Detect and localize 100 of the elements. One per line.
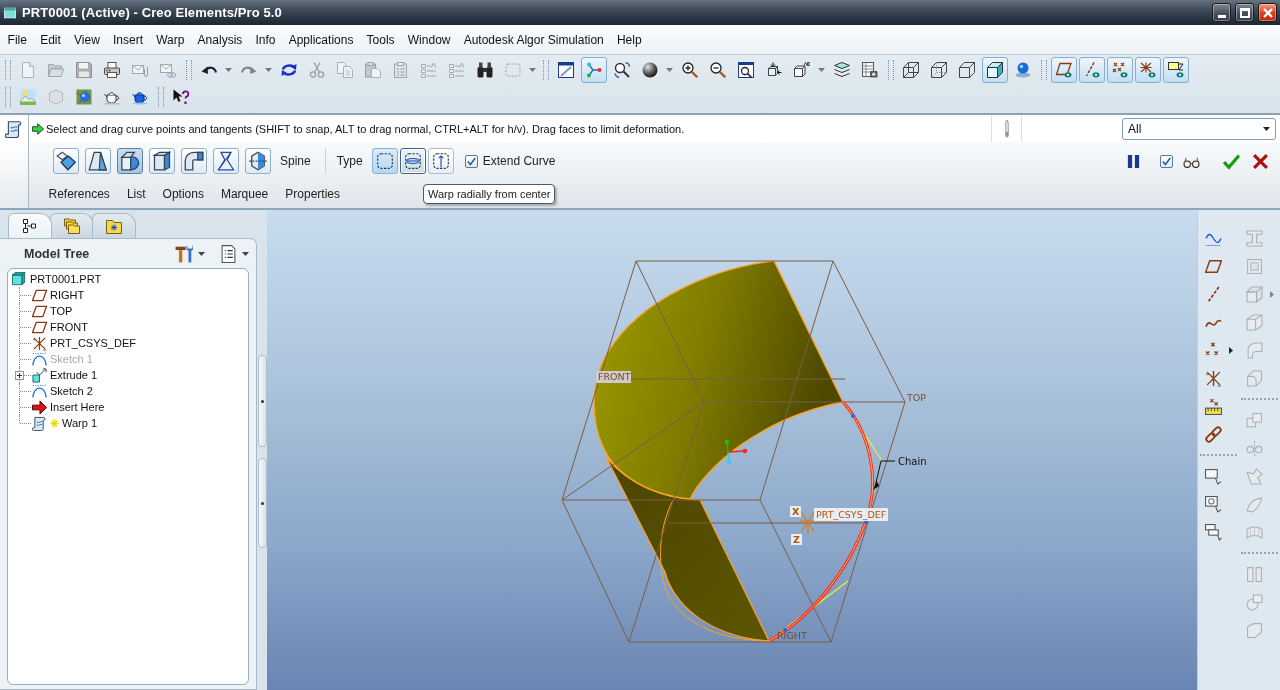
close-icon — [1262, 7, 1273, 18]
tool-button[interactable] — [149, 148, 175, 174]
toolbar-button[interactable] — [982, 56, 1008, 83]
arrow-icon — [32, 122, 44, 135]
csys-label: PRT_CSYS_DEF — [814, 508, 888, 521]
dashboard-tab[interactable]: References — [40, 183, 119, 205]
tree-item[interactable]: Warp 1 — [62, 417, 98, 429]
minimize-icon — [1217, 15, 1226, 18]
axis-letter: X — [790, 506, 801, 517]
tree-item[interactable]: Sketch 2 — [50, 385, 93, 397]
menu-item[interactable]: View — [67, 32, 107, 47]
plane-icon — [32, 319, 47, 335]
type-button[interactable] — [427, 148, 454, 174]
menu-item[interactable]: Autodesk Algor Simulation — [457, 32, 611, 47]
menu-item[interactable]: Tools — [360, 32, 402, 47]
tapered-block-icon — [88, 151, 108, 171]
menu-item[interactable]: Applications — [282, 32, 360, 47]
menu-item[interactable]: Window — [401, 32, 458, 47]
tree-item[interactable]: RIGHT — [50, 289, 85, 301]
scroll-icon — [5, 120, 23, 138]
tree-item[interactable]: FRONT — [50, 321, 88, 333]
dashboard-tab[interactable]: Properties — [276, 183, 349, 205]
minimize-button[interactable] — [1212, 3, 1231, 22]
type-label: Type — [336, 154, 363, 168]
checkmark-icon — [1161, 156, 1171, 166]
block-icon — [152, 151, 172, 171]
twisted-block-icon — [216, 151, 236, 171]
toolbar-button[interactable] — [1135, 56, 1161, 83]
sketch-arc-icon — [32, 383, 47, 399]
list-page-icon — [220, 244, 237, 263]
cross-icon — [1251, 152, 1269, 170]
axis-triad-icon — [724, 439, 748, 465]
dashed-box-axis-icon — [431, 152, 450, 170]
dashboard-tab[interactable]: Marquee — [212, 183, 277, 205]
menu-item[interactable]: Insert — [106, 32, 150, 47]
dashboard-tab[interactable]: List — [118, 183, 155, 205]
tree-item[interactable]: PRT0001.PRT — [30, 273, 102, 285]
tree-item[interactable]: PRT_CSYS_DEF — [50, 337, 136, 349]
scroll-icon — [32, 415, 47, 431]
menu-item[interactable]: Info — [248, 32, 283, 47]
cube-diamond-icon — [56, 151, 76, 171]
caret-icon — [1263, 126, 1270, 131]
panel-tab[interactable] — [8, 213, 52, 238]
tree-item[interactable]: Extrude 1 — [50, 369, 98, 381]
toolbar-button[interactable] — [1051, 56, 1077, 83]
cube-icon — [12, 272, 26, 286]
leader-line — [873, 460, 896, 490]
pause-icon — [1125, 153, 1141, 169]
app-icon — [4, 6, 16, 19]
checkbox-label: Extend Curve — [482, 154, 556, 168]
panel-title: Model Tree — [24, 246, 90, 261]
caret-icon — [242, 251, 249, 256]
chain-label: Chain — [898, 456, 927, 467]
tool-button[interactable] — [181, 148, 207, 174]
folders-icon — [64, 218, 80, 234]
dashed-box-ring-icon — [403, 152, 422, 170]
checkmark-icon — [1222, 152, 1240, 170]
checkbox[interactable] — [1159, 154, 1173, 168]
toolbar-button[interactable] — [1163, 56, 1189, 83]
dashed-box-icon — [375, 152, 394, 170]
tool-button[interactable] — [213, 148, 239, 174]
menu-item[interactable]: Edit — [33, 32, 68, 47]
tool-button[interactable] — [85, 148, 111, 174]
checkmark-icon — [466, 156, 476, 166]
maximize-icon — [1239, 7, 1250, 18]
menu-item[interactable]: Warp — [149, 32, 191, 47]
sketch-arc-icon — [32, 351, 47, 367]
csys-icon — [32, 335, 47, 351]
grip-dot-icon — [260, 501, 264, 505]
caret-icon — [198, 251, 205, 256]
menu-item[interactable]: Help — [610, 32, 649, 47]
splitter-handle[interactable] — [257, 458, 267, 548]
axis-letter: Z — [791, 534, 802, 545]
dashboard-tab[interactable]: Options — [154, 183, 213, 205]
status-message: Select and drag curve points and tangents (SHIFT to snap, ALT to drag normal, CTRL+ALT for h/v). Drag faces to limit deformation. — [46, 122, 686, 135]
sculpt-block-icon — [248, 151, 268, 171]
menu-item[interactable]: Analysis — [191, 32, 249, 47]
expand-toggle[interactable] — [15, 371, 24, 380]
datum-label: RIGHT — [777, 630, 807, 641]
menu-item[interactable]: File — [1, 32, 34, 47]
datum-label: TOP — [907, 392, 926, 403]
arrow-icon — [32, 399, 47, 415]
tooltip: Warp radially from center — [423, 184, 556, 204]
splitter-handle[interactable] — [257, 355, 267, 447]
toolbar-button[interactable] — [1107, 56, 1133, 83]
maximize-button[interactable] — [1235, 3, 1254, 22]
close-button[interactable] — [1258, 3, 1277, 22]
filter-dropdown[interactable]: All — [1122, 117, 1276, 140]
type-button[interactable] — [371, 148, 398, 174]
tree-item[interactable]: Insert Here — [50, 401, 105, 413]
tree-icon — [22, 218, 38, 234]
type-button[interactable] — [399, 148, 426, 174]
tree-item[interactable]: TOP — [50, 305, 73, 317]
hammer-wrench-icon — [175, 244, 193, 263]
tool-button[interactable] — [117, 148, 143, 174]
checkbox[interactable] — [464, 154, 478, 168]
plane-icon — [32, 303, 47, 319]
tool-button[interactable] — [53, 148, 79, 174]
tool-button[interactable] — [245, 148, 271, 174]
plane-icon — [32, 287, 47, 303]
